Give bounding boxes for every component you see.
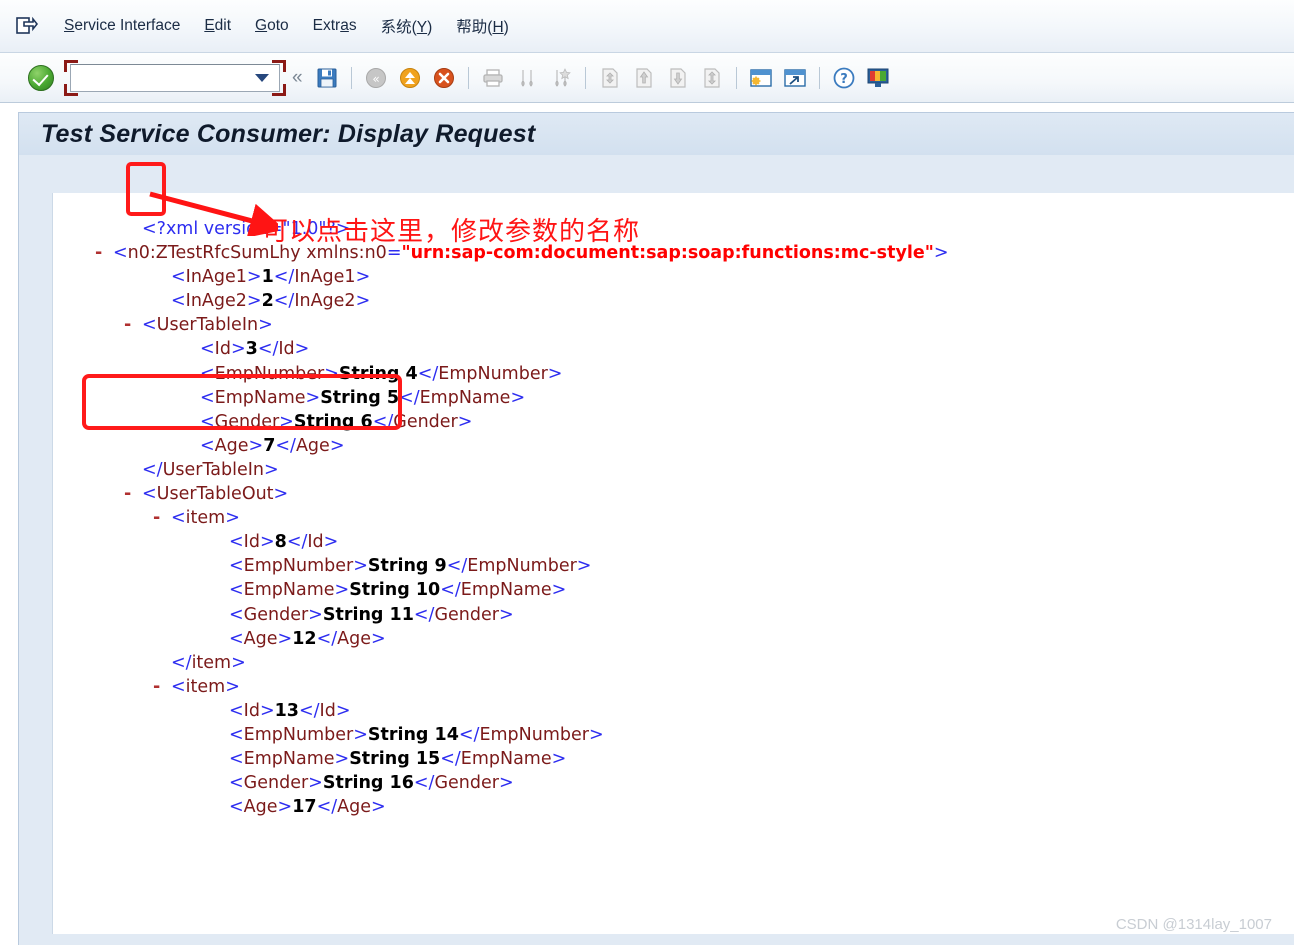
command-field[interactable] xyxy=(70,63,280,92)
highlight-bracket-bottom-left xyxy=(64,83,78,96)
xml-line: <EmpName>String 15</EmpName> xyxy=(229,749,567,770)
xml-line: <InAge1>1</InAge1> xyxy=(171,267,371,288)
menu-item-list: Service Interface Edit Goto Extras 系统(Y) 帮助(H… xyxy=(52,12,521,40)
xml-tree-toggle[interactable]: - xyxy=(124,482,131,506)
page-title-bar: Test Service Consumer: Display Request xyxy=(19,113,1294,157)
xml-tree-toggle[interactable]: - xyxy=(124,313,131,337)
cancel-icon[interactable] xyxy=(430,64,458,92)
xml-line: <Id>13</Id> xyxy=(229,700,351,721)
xml-line: <Gender>String 6</Gender> xyxy=(200,411,473,432)
xml-line: <InAge2>2</InAge2> xyxy=(171,291,371,312)
watermark: CSDN @1314lay_1007 xyxy=(1115,916,1272,933)
logoff-icon[interactable] xyxy=(16,16,39,36)
xml-line: <Gender>String 16</Gender> xyxy=(229,773,514,794)
xml-line: <Age>7</Age> xyxy=(200,435,345,456)
sap-gui-window: Service Interface Edit Goto Extras 系统(Y) 帮助(H… xyxy=(0,0,1294,945)
next-page-icon[interactable] xyxy=(664,64,692,92)
toolbar-separator xyxy=(467,66,469,89)
xml-tree-toggle[interactable]: - xyxy=(153,506,160,530)
collapse-double-left-icon[interactable]: « xyxy=(292,67,302,89)
xml-line: <Id>3</Id> xyxy=(200,339,310,360)
xml-line: - <UserTableIn> xyxy=(53,313,949,337)
customize-layout-icon[interactable] xyxy=(864,64,892,92)
system-toolbar: « « ? xyxy=(0,53,1294,103)
annotation-text: 可以点击这里，修改参数的名称 xyxy=(262,217,641,247)
menu-extras[interactable]: Extras xyxy=(301,14,369,38)
xml-line: <Age>17</Age> xyxy=(229,797,386,818)
toolbar-separator xyxy=(735,66,737,89)
xml-line: <EmpNumber>String 9</EmpNumber> xyxy=(229,556,592,577)
menu-mnemonic: E xyxy=(204,17,215,34)
chevron-down-icon[interactable] xyxy=(255,73,269,82)
exit-icon[interactable] xyxy=(396,64,424,92)
xml-line: - <item> xyxy=(53,506,949,530)
xml-line: <EmpNumber>String 4</EmpNumber> xyxy=(200,363,563,384)
find-next-icon[interactable] xyxy=(547,64,575,92)
highlight-bracket-top-right xyxy=(272,59,286,72)
xml-line: - <item> xyxy=(53,675,949,699)
create-session-icon[interactable] xyxy=(747,64,775,92)
svg-text:«: « xyxy=(372,72,379,86)
xml-line: <EmpNumber>String 14</EmpNumber> xyxy=(229,724,604,745)
menu-mnemonic: G xyxy=(255,17,268,34)
xml-line: <EmpName>String 10</EmpName> xyxy=(229,580,567,601)
highlight-bracket-top-left xyxy=(64,59,78,72)
xml-tree-toggle[interactable]: - xyxy=(153,675,160,699)
enter-check-icon[interactable] xyxy=(28,64,54,91)
back-icon[interactable]: « xyxy=(362,64,390,92)
help-icon[interactable]: ? xyxy=(830,64,858,92)
menu-goto[interactable]: Goto xyxy=(243,14,301,38)
xml-line: <Gender>String 11</Gender> xyxy=(229,604,514,625)
svg-text:?: ? xyxy=(840,72,848,87)
menu-edit[interactable]: Edit xyxy=(192,14,243,38)
find-icon[interactable] xyxy=(513,64,541,92)
menu-help[interactable]: 帮助(H) xyxy=(444,12,521,40)
menu-mnemonic: S xyxy=(64,17,75,34)
xml-line: <EmpName>String 5</EmpName> xyxy=(200,387,526,408)
toolbar-separator xyxy=(584,66,586,89)
main-panel: Test Service Consumer: Display Request <… xyxy=(18,112,1294,945)
xml-line: </item> xyxy=(171,652,246,673)
xml-line: </UserTableIn> xyxy=(142,459,279,480)
menu-mnemonic: a xyxy=(340,17,349,34)
menu-system[interactable]: 系统(Y) xyxy=(369,12,445,40)
menu-mnemonic: H xyxy=(492,19,504,36)
previous-page-icon[interactable] xyxy=(630,64,658,92)
xml-line: <Id>8</Id> xyxy=(229,532,339,553)
command-field-wrapper xyxy=(64,59,286,96)
toolbar-separator xyxy=(350,66,352,89)
menu-mnemonic: Y xyxy=(416,19,428,36)
create-shortcut-icon[interactable] xyxy=(781,64,809,92)
xml-tree-toggle[interactable]: - xyxy=(95,241,102,265)
page-title: Test Service Consumer: Display Request xyxy=(41,120,536,148)
highlight-bracket-bottom-right xyxy=(272,83,286,96)
tab-content-panel: <?xml version="1.0"?> - <n0:ZTestRfcSumLhy… xyxy=(19,155,1294,945)
save-icon[interactable] xyxy=(313,64,341,92)
toolbar-separator xyxy=(818,66,820,89)
xml-line: <Age>12</Age> xyxy=(229,628,386,649)
command-input[interactable] xyxy=(75,65,253,90)
menu-bar: Service Interface Edit Goto Extras 系统(Y) 帮助(H… xyxy=(0,0,1294,53)
xml-content: <?xml version="1.0"?> - <n0:ZTestRfcSumLhy… xyxy=(53,193,949,819)
xml-line: - <UserTableOut> xyxy=(53,482,949,506)
print-icon[interactable] xyxy=(479,64,507,92)
menu-service-interface[interactable]: Service Interface xyxy=(52,14,192,38)
xml-viewer[interactable]: <?xml version="1.0"?> - <n0:ZTestRfcSumLhy… xyxy=(52,193,1294,934)
first-page-icon[interactable] xyxy=(596,64,624,92)
last-page-icon[interactable] xyxy=(698,64,726,92)
